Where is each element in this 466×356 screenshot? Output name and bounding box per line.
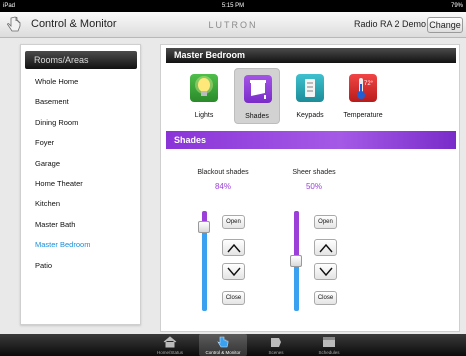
room-title: Master Bedroom xyxy=(166,48,456,63)
tab-label: Control & Monitor xyxy=(205,350,241,355)
tab-label: Scenes xyxy=(268,350,284,355)
scenes-icon xyxy=(271,338,281,347)
tab-label: Home/Status xyxy=(156,350,183,355)
sidebar-item-kitchen[interactable]: Kitchen xyxy=(35,194,90,214)
category-shades[interactable]: Shades xyxy=(234,68,280,124)
sheer-slider-thumb[interactable] xyxy=(290,255,302,267)
light-bulb-icon xyxy=(190,74,218,102)
slider-fill xyxy=(202,227,207,311)
sheer-close-button[interactable]: Close xyxy=(314,291,337,305)
status-bar: iPad 5:15 PM 79% xyxy=(0,0,466,12)
rooms-sidebar: Rooms/Areas Whole Home Basement Dining R… xyxy=(20,44,141,325)
keypad-icon xyxy=(296,74,324,102)
calendar-icon xyxy=(323,337,335,347)
tab-bar: Home/Status Control & Monitor Scenes Sch… xyxy=(0,334,466,356)
sheer-raise-button[interactable] xyxy=(314,239,337,256)
room-list: Whole Home Basement Dining Room Foyer Ga… xyxy=(35,72,90,276)
sidebar-item-whole-home[interactable]: Whole Home xyxy=(35,72,90,92)
category-keypads[interactable]: Keypads xyxy=(287,68,333,124)
slider-track-top xyxy=(294,211,299,261)
category-lights[interactable]: Lights xyxy=(181,68,227,124)
blackout-open-button[interactable]: Open xyxy=(222,215,245,229)
shade-name: Blackout shades xyxy=(197,169,249,176)
thermometer-icon: 72° xyxy=(349,74,377,102)
sidebar-item-foyer[interactable]: Foyer xyxy=(35,133,90,153)
hand-icon xyxy=(217,336,229,348)
shade-level: 50% xyxy=(305,182,322,191)
sidebar-item-dining-room[interactable]: Dining Room xyxy=(35,113,90,133)
chevron-up-icon xyxy=(319,243,333,253)
thermostat-reading: 72° xyxy=(364,81,374,87)
shade-icon xyxy=(244,75,272,103)
blackout-slider-thumb[interactable] xyxy=(198,221,210,233)
sidebar-item-home-theater[interactable]: Home Theater xyxy=(35,174,90,194)
chevron-up-icon xyxy=(227,243,241,253)
sidebar-item-patio[interactable]: Patio xyxy=(35,256,90,276)
chevron-down-icon xyxy=(319,267,333,277)
sidebar-item-master-bedroom[interactable]: Master Bedroom xyxy=(35,235,90,255)
room-control-panel: Master Bedroom Lights Shades Keypads 72°… xyxy=(160,44,460,332)
sidebar-item-basement[interactable]: Basement xyxy=(35,92,90,112)
tab-control-monitor[interactable]: Control & Monitor xyxy=(199,334,247,356)
tab-scenes[interactable]: Scenes xyxy=(252,334,300,356)
change-system-button[interactable]: Change xyxy=(427,17,463,33)
sheer-lower-button[interactable] xyxy=(314,263,337,280)
tab-schedules[interactable]: Schedules xyxy=(305,334,353,356)
sidebar-item-master-bath[interactable]: Master Bath xyxy=(35,215,90,235)
battery-level: 79% xyxy=(450,3,463,9)
home-icon xyxy=(163,336,177,348)
sidebar-item-garage[interactable]: Garage xyxy=(35,154,90,174)
blackout-raise-button[interactable] xyxy=(222,239,245,256)
category-temperature[interactable]: 72° Temperature xyxy=(340,68,386,124)
tab-home-status[interactable]: Home/Status xyxy=(146,334,194,356)
system-name: Radio RA 2 Demo xyxy=(353,19,426,29)
blackout-close-button[interactable]: Close xyxy=(222,291,245,305)
slider-fill xyxy=(294,261,299,311)
clock: 5:15 PM xyxy=(221,3,245,9)
category-label: Temperature xyxy=(343,112,383,119)
app-header: Control & Monitor LUTRON Radio RA 2 Demo… xyxy=(0,12,466,38)
shade-level: 84% xyxy=(214,182,231,191)
shade-name: Sheer shades xyxy=(292,169,336,176)
sidebar-heading: Rooms/Areas xyxy=(25,51,137,69)
tab-label: Schedules xyxy=(318,350,340,355)
sheer-open-button[interactable]: Open xyxy=(314,215,337,229)
chevron-down-icon xyxy=(227,267,241,277)
blackout-lower-button[interactable] xyxy=(222,263,245,280)
section-title: Shades xyxy=(166,131,456,149)
